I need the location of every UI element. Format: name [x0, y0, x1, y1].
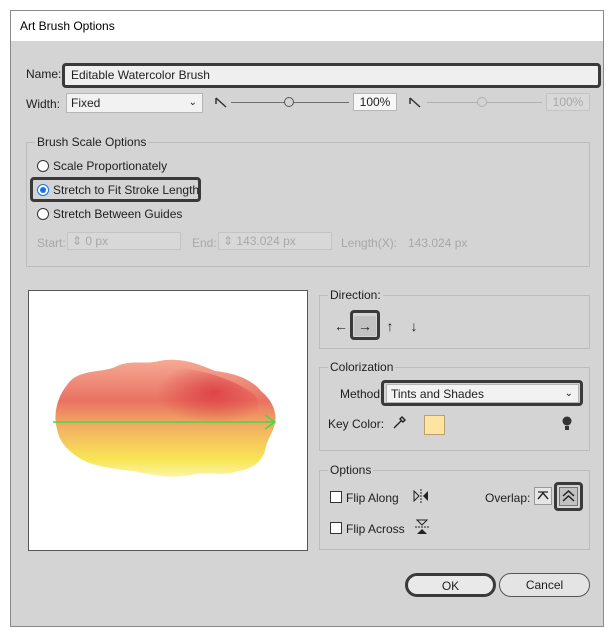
direction-right-button[interactable]: → [354, 316, 376, 336]
colorization-method-value: Tints and Shades [391, 387, 484, 401]
slider-max-icon [409, 97, 421, 108]
width-value-field[interactable]: 100% [353, 93, 397, 111]
overlap-label: Overlap: [485, 491, 531, 505]
ok-button[interactable]: OK [405, 573, 496, 597]
width-label: Width: [26, 97, 61, 111]
spinner-icon: ⇕ [72, 234, 83, 248]
stretch-to-fit-radio[interactable] [37, 184, 49, 196]
flip-across-icon [415, 519, 429, 534]
flip-across-label[interactable]: Flip Across [346, 522, 405, 536]
key-color-label: Key Color: [328, 417, 385, 431]
brush-preview [28, 290, 308, 551]
options-title: Options [328, 463, 374, 477]
start-value: 0 px [85, 234, 109, 248]
stretch-between-guides-label[interactable]: Stretch Between Guides [53, 207, 182, 221]
options-group: Options [319, 463, 590, 550]
stretch-to-fit-label[interactable]: Stretch to Fit Stroke Length [53, 183, 199, 197]
scale-proportionately-label[interactable]: Scale Proportionately [53, 159, 167, 173]
variation-value-field: 100% [546, 93, 590, 111]
end-label: End: [192, 236, 217, 250]
direction-left-button[interactable]: ← [330, 316, 352, 336]
flip-along-checkbox[interactable] [330, 491, 342, 503]
brush-name-input[interactable]: Editable Watercolor Brush [62, 63, 601, 88]
direction-title: Direction: [328, 288, 383, 302]
flip-along-label[interactable]: Flip Along [346, 491, 399, 505]
name-label: Name: [26, 67, 62, 81]
key-color-swatch[interactable] [424, 415, 445, 435]
width-select-value: Fixed [71, 96, 101, 110]
watercolor-brush-preview-image [53, 359, 277, 477]
dialog-title: Art Brush Options [20, 19, 115, 33]
dialog-titlebar: Art Brush Options [11, 11, 603, 41]
dropdown-chevron-icon: ⌄ [188, 97, 197, 108]
overlap-adjust-icon[interactable] [534, 487, 552, 505]
slider-min-icon [215, 97, 227, 108]
variation-slider-knob [477, 97, 487, 107]
dropdown-chevron-icon: ⌄ [564, 388, 573, 399]
width-slider-knob[interactable] [284, 97, 294, 107]
start-label: Start: [37, 236, 66, 250]
overlap-no-adjust-icon[interactable] [559, 487, 578, 506]
end-value: 143.024 px [236, 234, 296, 248]
spinner-icon: ⇕ [223, 234, 234, 248]
start-field: ⇕ 0 px [67, 232, 181, 250]
direction-up-button[interactable]: ↑ [379, 316, 401, 336]
width-select[interactable]: Fixed ⌄ [66, 93, 203, 113]
stretch-between-guides-radio[interactable] [37, 208, 49, 220]
flip-across-checkbox[interactable] [330, 522, 342, 534]
colorization-title: Colorization [328, 360, 396, 374]
length-value: 143.024 px [408, 236, 468, 250]
direction-down-button[interactable]: ↓ [403, 316, 425, 336]
end-field: ⇕ 143.024 px [218, 232, 332, 250]
method-label: Method: [340, 387, 384, 401]
tip-bulb-icon[interactable] [561, 416, 573, 432]
cancel-button[interactable]: Cancel [499, 573, 590, 597]
colorization-method-select[interactable]: Tints and Shades ⌄ [386, 384, 579, 403]
art-brush-options-dialog: Art Brush Options Name: Editable Waterco… [10, 10, 604, 627]
length-label: Length(X): [341, 236, 398, 250]
flip-along-icon [413, 489, 428, 503]
brush-scale-options-title: Brush Scale Options [35, 135, 149, 149]
scale-proportionately-radio[interactable] [37, 160, 49, 172]
eyedropper-icon[interactable] [391, 415, 407, 431]
